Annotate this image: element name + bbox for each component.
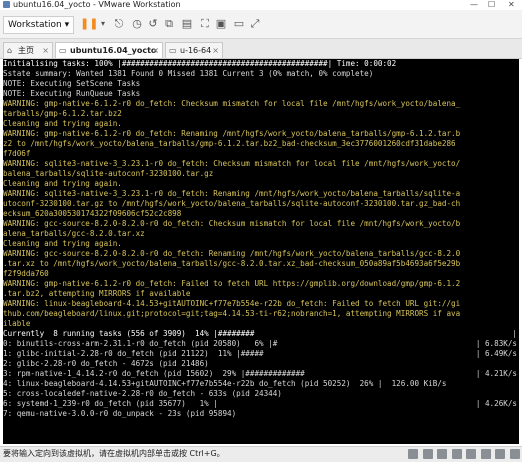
progress-bar-end: |: [512, 329, 517, 338]
fullscreen-icon[interactable]: ⛶: [198, 17, 212, 31]
tab-bar: ⌂ 主页 × ▭ ubuntu16.04_yocto × ▭ u-16-64 ×: [0, 39, 522, 59]
terminal-line: 6: systemd-1_239-r0 do_fetch (pid 35677)…: [3, 399, 218, 408]
terminal-line: 2: glibc-2.28-r0 do_fetch - 4672s (pid 2…: [3, 359, 209, 368]
terminal-line: 7: qemu-native-3.0.0-r0 do_unpack - 23s …: [3, 409, 237, 418]
status-bar: 要将输入定向到该虚拟机，请在虚拟机内部单击或按 Ctrl+G。: [0, 446, 522, 462]
library-icon[interactable]: ▤: [180, 17, 194, 31]
terminal-line: WARNING: linux-beagleboard-4.14.53+gitAU…: [3, 299, 461, 308]
fetch-rate: | 6.49K/s: [475, 349, 517, 358]
terminal-line: .tar.bz2, attempting MIRRORS if availabl…: [3, 289, 191, 298]
terminal-line: NOTE: Executing RunQueue Tasks: [3, 89, 141, 98]
terminal-line: ecksum_620a300530174322f09606cf52c2c898: [3, 209, 182, 218]
terminal-line: 5: cross-localedef-native-2.28-r0 do_fet…: [3, 389, 282, 398]
terminal-line: Sstate summary: Wanted 1381 Found 0 Miss…: [3, 69, 374, 78]
terminal-line: Cleaning and trying again.: [3, 179, 122, 188]
maximize-button[interactable]: ☐: [488, 0, 495, 10]
terminal-line: WARNING: gmp-native-6.1.2-r0 do_fetch: F…: [3, 279, 461, 288]
terminal-line: 1: glibc-initial-2.28-r0 do_fetch (pid 2…: [3, 349, 264, 358]
message-log-icon[interactable]: [510, 449, 520, 459]
terminal-line: Cleaning and trying again.: [3, 239, 122, 248]
terminal-line: balena_tarballs/sqlite-autoconf-3230100.…: [3, 169, 214, 178]
terminal-line: WARNING: gcc-source-8.2.0-8.2.0-r0 do_fe…: [3, 249, 461, 258]
usb-controller-icon[interactable]: [451, 449, 462, 459]
hard-disk-icon[interactable]: [408, 449, 419, 459]
home-icon: ⌂: [7, 46, 13, 55]
console-view-icon[interactable]: ▭: [232, 17, 246, 31]
printer-icon[interactable]: [480, 449, 491, 459]
terminal-line: alena_tarballs/gcc-8.2.0.tar.xz: [3, 229, 145, 238]
terminal-line: WARNING: sqlite3-native-3_3.23.1-r0 do_f…: [3, 159, 461, 168]
tab-label: u-16-64: [180, 46, 212, 55]
vm-icon: ▭: [59, 46, 67, 55]
display-icon[interactable]: [495, 449, 506, 459]
terminal-line: f7d06f: [3, 149, 31, 158]
tab-ubuntu16-yocto[interactable]: ▭ ubuntu16.04_yocto ×: [55, 42, 163, 58]
tab-label: ubuntu16.04_yocto: [70, 46, 157, 55]
terminal-line: WARNING: sqlite3-native-3_3.23.1-r0 do_f…: [3, 189, 461, 198]
terminal-line: 0: binutils-cross-arm-2.31.1-r0 do_fetch…: [3, 339, 278, 348]
revert-snapshot-icon[interactable]: ↺: [146, 17, 160, 31]
terminal-line: 4: linux-beagleboard-4.14.53+gitAUTOINC+…: [3, 379, 447, 388]
window-titlebar: ubuntu16.04_yocto - VMware Workstation —…: [0, 0, 522, 10]
workstation-menu[interactable]: Workstation ▾: [3, 16, 75, 34]
fetch-rate: | 4.26K/s: [475, 399, 517, 408]
terminal-line: WARNING: gmp-native-6.1.2-r0 do_fetch: R…: [3, 129, 461, 138]
tab-close-icon[interactable]: ×: [152, 43, 159, 59]
window-title: ubuntu16.04_yocto - VMware Workstation: [13, 0, 181, 9]
terminal-line: WARNING: gmp-native-6.1.2-r0 do_fetch: C…: [3, 99, 461, 108]
vm-console-terminal[interactable]: Initialising tasks: 100% |##############…: [3, 59, 519, 444]
status-message: 要将输入定向到该虚拟机，请在虚拟机内部单击或按 Ctrl+G。: [3, 449, 225, 458]
sound-card-icon[interactable]: [466, 449, 477, 459]
snapshot-icon[interactable]: ◷: [130, 17, 144, 31]
terminal-line: ilable: [3, 319, 31, 328]
vm-icon: ▭: [169, 46, 177, 55]
tab-u-16-64[interactable]: ▭ u-16-64 ×: [165, 42, 223, 58]
terminal-line: NOTE: Executing SetScene Tasks: [3, 79, 141, 88]
dropdown-chevron-icon[interactable]: ▾: [96, 17, 110, 31]
terminal-line: f2f9dda760: [3, 269, 49, 278]
vmware-app-icon: [3, 1, 10, 8]
unity-icon[interactable]: ▣: [214, 17, 228, 31]
terminal-line: Currently 8 running tasks (556 of 3909) …: [3, 329, 255, 338]
tab-label: 主页: [18, 46, 34, 55]
send-ctrl-alt-del-icon[interactable]: ⎋: [112, 17, 126, 31]
cd-dvd-icon[interactable]: [422, 449, 433, 459]
tab-close-icon[interactable]: ×: [42, 43, 49, 59]
close-button[interactable]: ✕: [508, 0, 515, 10]
terminal-line: utoconf-3230100.tar.gz to /mnt/hgfs/work…: [3, 199, 461, 208]
terminal-line: tarballs/gmp-6.1.2.tar.bz2: [3, 109, 122, 118]
fetch-rate: | 4.21K/s: [475, 369, 517, 378]
stretch-icon[interactable]: ⤢: [248, 17, 262, 31]
device-icons: [406, 449, 520, 460]
terminal-line: 3: rpm-native-1_4.14.2-r0 do_fetch (pid …: [3, 369, 305, 378]
pause-icon[interactable]: ❚❚: [80, 17, 98, 31]
terminal-line: .tar.xz to /mnt/hgfs/work_yocto/balena_t…: [3, 259, 461, 268]
terminal-line: z2 to /mnt/hgfs/work_yocto/balena_tarbal…: [3, 139, 456, 148]
terminal-line: thub.com/beagleboard/linux.git;protocol=…: [3, 309, 461, 318]
terminal-line: Cleaning and trying again.: [3, 119, 122, 128]
terminal-line: WARNING: gcc-source-8.2.0-8.2.0-r0 do_fe…: [3, 219, 461, 228]
toolbar: Workstation ▾ ❚❚ ▾ ⎋ ◷ ↺ ⧉ ▤ ⛶ ▣ ▭ ⤢: [0, 10, 522, 39]
minimize-button[interactable]: —: [470, 0, 478, 10]
fetch-rate: | 6.83K/s: [475, 339, 517, 348]
tab-home[interactable]: ⌂ 主页 ×: [3, 42, 53, 58]
terminal-line: Initialising tasks: 100% |##############…: [3, 59, 397, 68]
snapshot-manager-icon[interactable]: ⧉: [162, 17, 176, 31]
tab-close-icon[interactable]: ×: [212, 43, 219, 59]
network-adapter-icon[interactable]: [437, 449, 448, 459]
